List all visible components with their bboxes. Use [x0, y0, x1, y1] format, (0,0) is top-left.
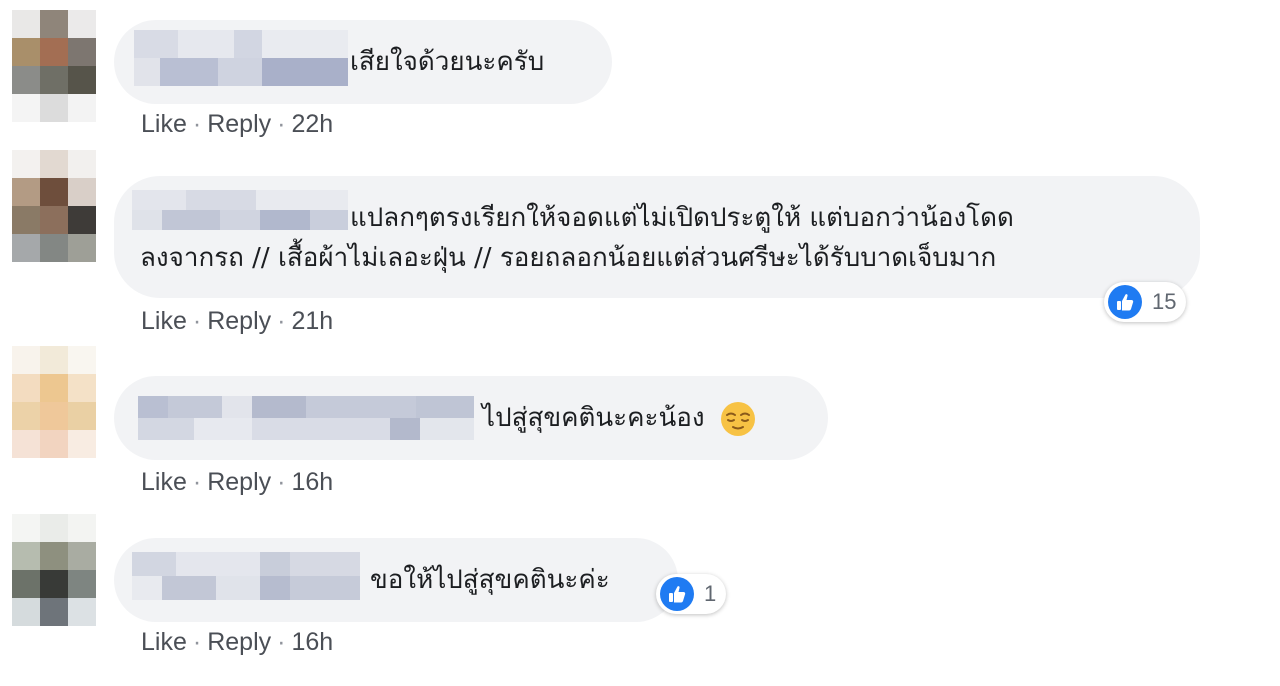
comment-bubble: ไปสู่สุขคตินะคะน้อง [114, 376, 828, 460]
comment-actions: Like · Reply · 16h [141, 628, 333, 657]
like-link[interactable]: Like [141, 628, 187, 656]
reply-link[interactable]: Reply [207, 628, 271, 656]
reaction-summary[interactable]: 1 [656, 574, 727, 614]
comment-text-line-2: ลงจากรถ // เสื้อผ้าไม่เลอะฝุ่น // รอยถลอ… [140, 243, 997, 273]
timestamp[interactable]: 21h [291, 307, 333, 335]
author-name-redacted[interactable] [134, 30, 348, 86]
author-name-redacted[interactable] [138, 396, 474, 440]
comment-text: เสียใจด้วยนะครับ [350, 47, 545, 77]
like-link[interactable]: Like [141, 307, 187, 335]
comment-actions: Like · Reply · 16h [141, 468, 333, 497]
comment-text: ไปสู่สุขคตินะคะน้อง [482, 396, 757, 440]
separator: · [192, 628, 202, 656]
thumbs-up-icon [1108, 285, 1142, 319]
relieved-face-icon [719, 400, 757, 438]
reply-link[interactable]: Reply [207, 307, 271, 335]
avatar[interactable] [12, 346, 98, 458]
timestamp[interactable]: 22h [291, 110, 333, 138]
separator: · [277, 468, 286, 496]
comment-actions: Like · Reply · 21h [141, 307, 333, 336]
separator: · [192, 110, 202, 138]
separator: · [192, 307, 202, 335]
comment-text-line-1: แปลกๆตรงเรียกให้จอดแต่ไม่เปิดประตูให้ แต… [350, 203, 1014, 233]
reaction-count: 15 [1152, 289, 1177, 314]
comment-bubble: ขอให้ไปสู่สุขคตินะค่ะ [114, 538, 678, 622]
comment-text: ขอให้ไปสู่สุขคตินะค่ะ [370, 565, 610, 595]
separator: · [192, 468, 202, 496]
author-name-redacted[interactable] [132, 190, 348, 230]
author-name-redacted[interactable] [132, 552, 360, 600]
reply-link[interactable]: Reply [207, 110, 271, 138]
thumbs-up-icon [660, 577, 694, 611]
avatar[interactable] [12, 514, 98, 626]
separator: · [277, 307, 286, 335]
like-link[interactable]: Like [141, 468, 187, 496]
timestamp[interactable]: 16h [291, 628, 333, 656]
timestamp[interactable]: 16h [291, 468, 333, 496]
comment-bubble: แปลกๆตรงเรียกให้จอดแต่ไม่เปิดประตูให้ แต… [114, 176, 1200, 298]
separator: · [277, 628, 286, 656]
reaction-summary[interactable]: 15 [1104, 282, 1187, 322]
comment-bubble: เสียใจด้วยนะครับ [114, 20, 612, 104]
avatar[interactable] [12, 150, 98, 262]
separator: · [277, 110, 286, 138]
avatar[interactable] [12, 10, 98, 122]
like-link[interactable]: Like [141, 110, 187, 138]
reply-link[interactable]: Reply [207, 468, 271, 496]
reaction-count: 1 [704, 581, 717, 606]
comment-actions: Like · Reply · 22h [141, 110, 333, 139]
comment-text-content: ไปสู่สุขคตินะคะน้อง [482, 403, 705, 433]
